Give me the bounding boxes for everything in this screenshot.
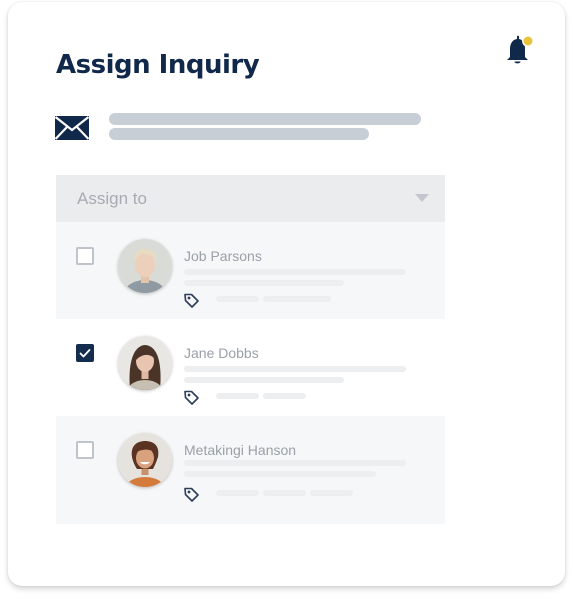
bell-icon[interactable]	[497, 30, 537, 70]
assignee-list: Job Parsons Jane Dobbs Metakingi Hanson	[56, 222, 445, 524]
assign-inquiry-card: Assign Inquiry Assign to Job Parsons Jan…	[8, 2, 565, 586]
detail-line	[184, 280, 344, 286]
page-title: Assign Inquiry	[56, 50, 260, 80]
tag-line	[216, 393, 259, 399]
tag-line	[216, 490, 259, 496]
tag-icon	[184, 390, 199, 405]
assignee-checkbox[interactable]	[76, 344, 94, 362]
tag-line	[263, 490, 306, 496]
chevron-down-icon	[415, 194, 429, 202]
assign-to-dropdown[interactable]: Assign to	[56, 175, 445, 222]
tag-line	[263, 296, 331, 302]
assignee-checkbox[interactable]	[76, 441, 94, 459]
assignee-name: Metakingi Hanson	[184, 442, 297, 458]
detail-line	[184, 366, 406, 372]
avatar	[118, 239, 172, 293]
assignee-checkbox[interactable]	[76, 247, 94, 265]
tag-line	[263, 393, 306, 399]
tag-line	[310, 490, 353, 496]
message-preview-line-1	[109, 113, 421, 125]
detail-line	[184, 460, 406, 466]
tag-icon	[184, 487, 199, 502]
assignee-name: Job Parsons	[184, 248, 262, 264]
detail-line	[184, 377, 344, 383]
detail-line	[184, 471, 376, 477]
assignee-name: Jane Dobbs	[184, 345, 259, 361]
message-preview-line-2	[109, 128, 369, 140]
tag-line	[216, 296, 259, 302]
assign-to-placeholder: Assign to	[77, 188, 147, 208]
check-icon	[79, 349, 91, 358]
detail-line	[184, 269, 406, 275]
assignee-row[interactable]: Jane Dobbs	[56, 319, 445, 416]
avatar	[118, 433, 172, 487]
envelope-icon	[54, 116, 90, 140]
assignee-row[interactable]: Metakingi Hanson	[56, 416, 445, 524]
avatar	[118, 336, 172, 390]
tag-icon	[184, 293, 199, 308]
assignee-row[interactable]: Job Parsons	[56, 222, 445, 319]
